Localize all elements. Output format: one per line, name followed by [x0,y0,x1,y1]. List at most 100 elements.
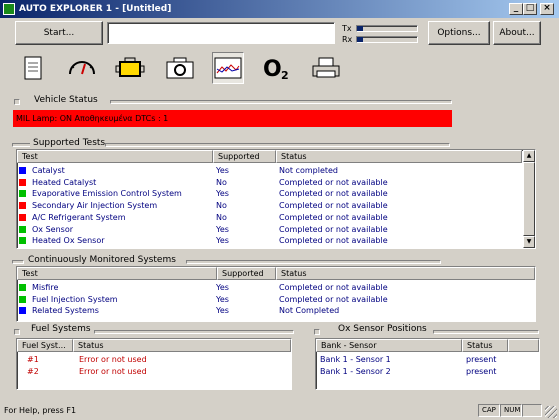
table-row[interactable]: Ox Sensor Yes Completed or not available [17,224,535,236]
table-row[interactable]: Misfire Yes Completed or not available [17,282,535,294]
fuel-systems-title: Fuel Systems [28,324,94,334]
ox-positions-marker [314,329,320,335]
svg-text:O: O [263,57,282,81]
status-value: Error or not used [79,366,147,376]
supported-tests-divider-left [12,143,32,147]
column-header-filler [508,339,539,352]
ox-positions-title: Ox Sensor Positions [335,324,430,334]
table-row[interactable]: #2 Error or not used [17,366,291,378]
column-header-test[interactable]: Test [17,150,213,163]
fuel-systems-list[interactable]: Fuel Syst... Status #1 Error or not used #… [16,338,292,390]
sensor-name: Bank 1 - Sensor 2 [320,366,391,376]
document-icon[interactable] [17,52,49,84]
test-name: Related Systems [32,306,99,316]
rx-label: Rx [342,35,353,44]
maximize-button[interactable]: □ [523,3,537,15]
continuous-list[interactable]: Test Supported Status Misfire Yes Complete… [16,266,536,322]
status-color-square [19,178,26,186]
supported-value: Yes [216,283,229,292]
supported-tests-list[interactable]: Test Supported Status Catalyst Yes Not com… [16,149,536,249]
table-row[interactable]: A/C Refrigerant System No Completed or not… [17,212,535,224]
camera-icon[interactable] [164,52,196,84]
table-row[interactable]: Catalyst Yes Not completed [17,165,535,177]
supported-value: No [216,177,227,187]
column-header-test[interactable]: Test [17,267,217,280]
supported-tests-title: Supported Tests [30,138,109,148]
column-header-supported[interactable]: Supported [213,150,276,163]
column-header-status[interactable]: Status [462,339,508,352]
o2-sensor-icon[interactable]: O2 [260,52,292,84]
fuel-system-name: #2 [27,366,39,376]
minimize-button[interactable]: _ [509,3,523,15]
column-header-fuel-system[interactable]: Fuel Syst... [17,339,73,352]
help-text: For Help, press F1 [4,406,77,415]
test-name: Evaporative Emission Control System [32,189,182,199]
gauge-icon[interactable] [66,52,98,84]
message-field [107,22,335,44]
table-row[interactable]: Secondary Air Injection System No Complete… [17,200,535,212]
table-row[interactable]: Related Systems Yes Not Completed [17,305,535,317]
vehicle-status-marker [14,99,20,105]
vehicle-status-divider [110,100,452,104]
start-button[interactable]: Start... [15,21,103,45]
table-row[interactable]: Fuel Injection System Yes Completed or not… [17,294,535,306]
test-name: Heated Ox Sensor [32,236,105,246]
supported-value: Yes [216,294,229,304]
options-button[interactable]: Options... [428,21,490,45]
test-name: Secondary Air Injection System [32,201,158,211]
graph-icon[interactable] [212,52,244,84]
scroll-indicator [522,404,542,417]
continuous-divider-left [12,260,24,264]
rx-meter [356,36,418,43]
status-color-square [19,295,26,303]
num-indicator: NUM [500,404,522,417]
table-row[interactable]: Heated Ox Sensor Yes Completed or not avai… [17,235,535,247]
column-header-supported[interactable]: Supported [217,267,276,280]
table-row[interactable]: Bank 1 - Sensor 2 present [316,366,539,378]
test-name: Catalyst [32,166,65,175]
fuel-systems-marker [14,329,20,335]
window-title: AUTO EXPLORER 1 - [Untitled] [19,4,172,14]
status-color-square [19,284,26,291]
column-header-status[interactable]: Status [276,267,535,280]
continuous-title: Continuously Monitored Systems [25,255,179,265]
about-button[interactable]: About... [493,21,541,45]
scroll-down-button[interactable]: ▼ [523,236,535,248]
status-bar: For Help, press F1 [0,402,559,420]
title-bar: AUTO EXPLORER 1 - [Untitled] _ □ × [0,0,559,18]
ox-positions-list[interactable]: Bank - Sensor Status Bank 1 - Sensor 1 pr… [315,338,540,390]
test-name: Fuel Injection System [32,294,118,304]
close-button[interactable]: × [540,3,554,15]
continuous-divider [186,260,441,264]
column-header-status[interactable]: Status [73,339,291,352]
svg-text:2: 2 [281,69,289,81]
column-header-status[interactable]: Status [276,150,522,163]
supported-value: Yes [216,224,229,234]
table-row[interactable]: #1 Error or not used [17,354,291,366]
scrollbar-thumb[interactable] [523,162,535,236]
sensor-name: Bank 1 - Sensor 1 [320,355,391,364]
status-value: Not Completed [279,306,340,316]
status-color-square [19,202,26,210]
status-value: present [466,366,497,376]
status-value: Completed or not available [279,201,388,211]
engine-icon[interactable] [114,52,146,84]
status-value: Completed or not available [279,189,388,199]
test-name: Heated Catalyst [32,177,97,187]
column-header-bank-sensor[interactable]: Bank - Sensor [316,339,462,352]
scroll-up-button[interactable]: ▲ [523,150,535,162]
resize-grip[interactable] [545,406,557,418]
printer-icon[interactable] [310,52,342,84]
app-icon [3,3,15,15]
table-row[interactable]: Heated Catalyst No Completed or not availa… [17,177,535,189]
supported-value: No [216,201,227,211]
table-row[interactable]: Evaporative Emission Control System Yes Co… [17,188,535,200]
status-value: Completed or not available [279,294,388,304]
supported-value: Yes [216,166,229,175]
status-value: present [466,355,497,364]
test-name: Misfire [32,283,59,292]
status-color-square [19,190,26,198]
table-row[interactable]: Bank 1 - Sensor 1 present [316,354,539,366]
supported-value: Yes [216,306,229,316]
status-color-square [19,225,26,233]
